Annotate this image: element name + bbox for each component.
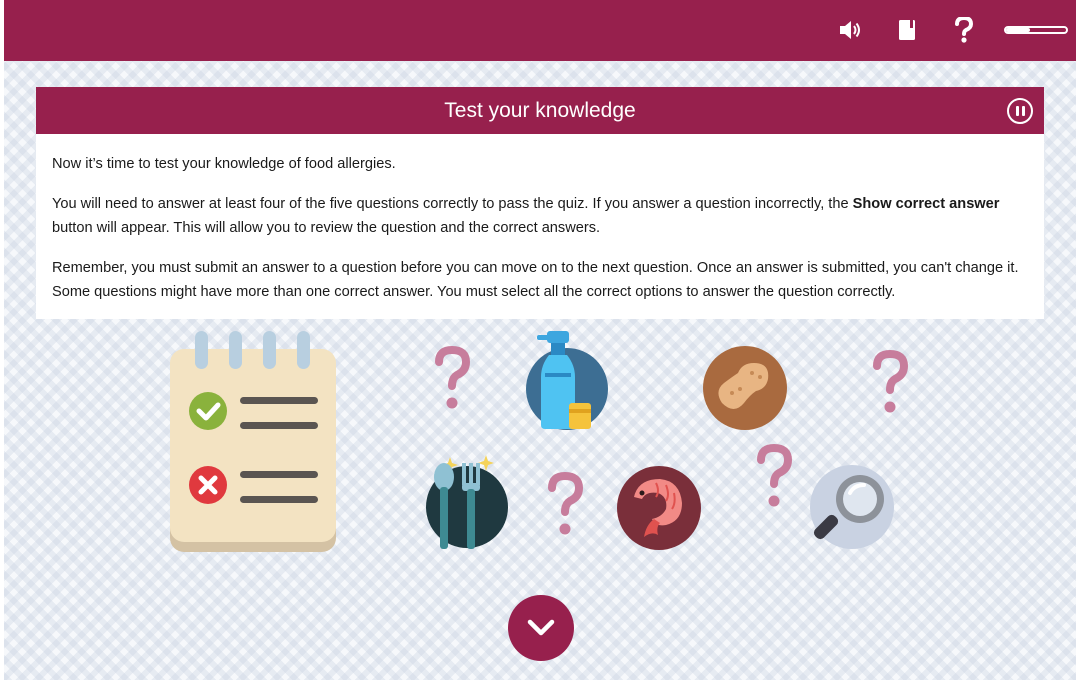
reminder-paragraph: Remember, you must submit an answer to a…	[52, 260, 1019, 300]
audio-button[interactable]	[836, 16, 864, 44]
pause-icon	[1015, 106, 1019, 116]
progress-bar	[1004, 26, 1068, 34]
book-icon	[899, 20, 915, 40]
help-button[interactable]	[950, 16, 978, 44]
intro-paragraph: Now it’s time to test your knowledge of …	[52, 156, 396, 172]
question-mark-icon	[955, 17, 974, 43]
quiz-illustration	[4, 319, 1076, 599]
question-mark-decoration	[435, 345, 471, 409]
top-toolbar	[4, 0, 1076, 61]
question-mark-decoration	[548, 471, 584, 535]
question-mark-decoration	[873, 349, 909, 413]
spray-bottle-sponge-icon	[526, 331, 608, 430]
shrimp-icon	[617, 466, 701, 550]
section-header: Test your knowledge	[36, 87, 1044, 134]
show-correct-answer-label: Show correct answer	[852, 196, 1000, 212]
peanut-icon	[703, 346, 787, 430]
question-mark-decoration	[757, 443, 793, 507]
instructions-panel: Now it’s time to test your knowledge of …	[36, 134, 1044, 319]
magnifying-glass-icon	[810, 465, 894, 549]
cutlery-icon	[426, 455, 508, 549]
scroll-down-button[interactable]	[508, 595, 574, 661]
speaker-icon	[840, 21, 860, 39]
pause-button[interactable]	[1007, 98, 1033, 124]
chevron-down-icon	[527, 619, 555, 636]
page: Test your knowledge Now it’s time to tes…	[4, 0, 1076, 680]
rules-paragraph: You will need to answer at least four of…	[52, 196, 1000, 236]
glossary-button[interactable]	[893, 16, 921, 44]
page-title: Test your knowledge	[444, 99, 636, 122]
notepad-checklist-icon	[170, 331, 336, 552]
progress-bar-fill	[1006, 28, 1030, 32]
